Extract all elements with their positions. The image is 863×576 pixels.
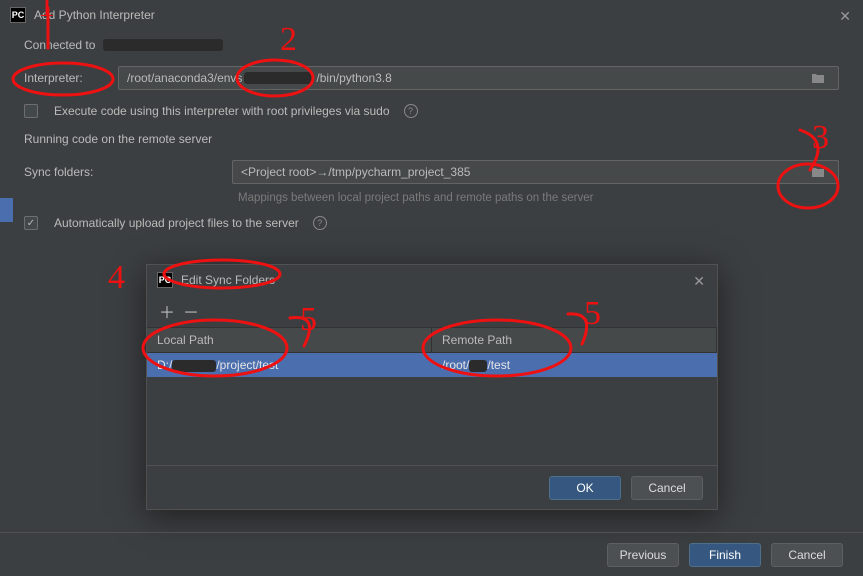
section-heading: Running code on the remote server xyxy=(24,132,839,146)
folder-icon[interactable] xyxy=(806,72,830,84)
interpreter-path-suffix: /bin/python3.8 xyxy=(316,71,391,85)
col-remote: Remote Path xyxy=(432,328,717,352)
annotation-4: 4 xyxy=(108,259,125,296)
pycharm-icon: PC xyxy=(10,7,26,23)
connected-to-label: Connected to xyxy=(24,38,95,52)
cancel-button[interactable]: Cancel xyxy=(631,476,703,500)
sync-folders-label: Sync folders: xyxy=(24,165,224,179)
table-header: Local Path Remote Path xyxy=(147,327,717,353)
cancel-button[interactable]: Cancel xyxy=(771,543,843,567)
sync-hint: Mappings between local project paths and… xyxy=(238,192,839,204)
folder-icon[interactable] xyxy=(806,166,830,178)
auto-upload-label: Automatically upload project files to th… xyxy=(54,216,299,230)
help-icon[interactable]: ? xyxy=(313,216,327,230)
table-row[interactable]: D:/ /project/test /root/ /test xyxy=(147,353,717,377)
close-icon[interactable]: ✕ xyxy=(693,273,705,290)
interpreter-path-prefix: /root/anaconda3/envs xyxy=(127,71,242,85)
window-title: Add Python Interpreter xyxy=(34,8,155,22)
add-icon[interactable]: ＋ xyxy=(159,299,175,323)
finish-button[interactable]: Finish xyxy=(689,543,761,567)
close-icon[interactable]: ✕ xyxy=(839,8,851,25)
remote-path-redacted xyxy=(469,360,487,372)
local-path-suffix: /project/test xyxy=(216,358,278,372)
dialog-title: Edit Sync Folders xyxy=(181,273,275,287)
col-local: Local Path xyxy=(147,328,432,352)
sync-folders-value: <Project root>→/tmp/pycharm_project_385 xyxy=(241,165,470,179)
remote-path-suffix: /test xyxy=(487,358,510,372)
sync-folders-input[interactable]: <Project root>→/tmp/pycharm_project_385 xyxy=(232,160,839,184)
previous-button[interactable]: Previous xyxy=(607,543,679,567)
left-edge-sliver xyxy=(0,0,13,576)
main-content: Connected to Interpreter: /root/anaconda… xyxy=(0,30,863,230)
ok-button[interactable]: OK xyxy=(549,476,621,500)
sudo-label: Execute code using this interpreter with… xyxy=(54,104,390,118)
auto-upload-checkbox[interactable]: ✓ xyxy=(24,216,38,230)
help-icon[interactable]: ? xyxy=(404,104,418,118)
local-path-prefix: D:/ xyxy=(157,358,172,372)
edit-sync-folders-dialog: PC Edit Sync Folders ✕ ＋ － Local Path Re… xyxy=(146,264,718,510)
pycharm-icon: PC xyxy=(157,272,173,288)
sudo-checkbox[interactable] xyxy=(24,104,38,118)
wizard-footer: Previous Finish Cancel xyxy=(0,532,863,576)
interpreter-path-input[interactable]: /root/anaconda3/envs /bin/python3.8 xyxy=(118,66,839,90)
remote-path-prefix: /root/ xyxy=(442,358,469,372)
interpreter-label: Interpreter: xyxy=(24,71,110,85)
connected-value-redacted xyxy=(103,39,223,51)
local-path-redacted xyxy=(172,360,216,372)
window-titlebar: PC Add Python Interpreter ✕ xyxy=(0,0,863,30)
remove-icon[interactable]: － xyxy=(183,299,199,323)
interpreter-redacted xyxy=(244,72,314,84)
